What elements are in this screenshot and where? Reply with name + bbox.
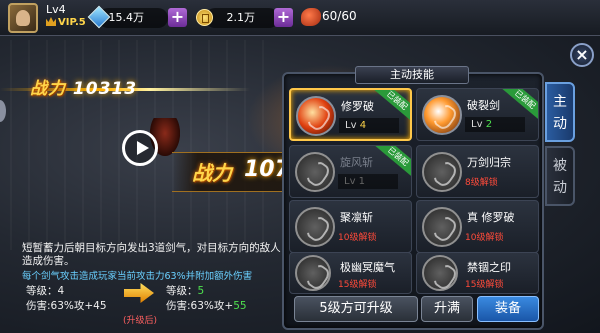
current-level-label: 等级： — [26, 285, 58, 297]
next-damage-row: 伤害:63%攻+55 — [166, 299, 247, 314]
skill-name: 修罗破 — [341, 100, 374, 113]
skill-name: 禁锢之印 — [467, 261, 511, 274]
skill-icon — [422, 255, 458, 291]
diamond-value: 15.4万 — [108, 11, 145, 24]
skill-level: Lv 1 — [338, 174, 398, 189]
skill-description: 短暂蓄力后朝目标方向发出3道剑气，对目标方向的敌人造成伤害。 — [22, 242, 281, 267]
upgrade-hint-button[interactable]: 5级方可升级 — [294, 296, 418, 322]
equipped-badge: 已装配 — [374, 146, 411, 178]
skill-icon — [422, 207, 462, 247]
power-before-value: 10313 — [72, 79, 138, 99]
next-stats: 等级：5 伤害:63%攻+55 — [166, 284, 247, 314]
next-damage-label: 伤害: — [166, 300, 191, 312]
player-level: Lv4 — [46, 3, 66, 16]
power-before: 战力 10313 — [30, 74, 137, 99]
skill-icon — [296, 96, 336, 136]
panel-title: 主动技能 — [355, 66, 469, 84]
skill-card-xuanfeng[interactable]: 旋风斩 Lv 1 已装配 — [289, 145, 412, 198]
add-diamond-button[interactable]: + — [168, 8, 187, 27]
stamina-meat-icon — [301, 8, 321, 26]
tab-active-skills[interactable]: 主动 — [545, 82, 575, 142]
current-damage-label: 伤害: — [26, 300, 51, 312]
unlock-level: 10级解锁 — [338, 233, 377, 243]
next-damage: 63%攻+ — [190, 300, 234, 312]
next-level-label: 等级： — [166, 285, 198, 297]
current-level: 4 — [57, 285, 65, 297]
skill-note: 每个剑气攻击造成玩家当前攻击力63%并附加额外伤害 — [22, 271, 253, 282]
skill-name: 旋风斩 — [340, 156, 373, 169]
stamina-value: 60/60 — [322, 9, 357, 23]
crown-icon — [46, 17, 56, 26]
gold-value: 2.1万 — [226, 11, 256, 24]
vip-badge[interactable]: VIP.5 — [46, 17, 86, 28]
current-damage: 63%攻+45 — [50, 300, 107, 312]
skill-card-jingu[interactable]: 禁锢之印 15级解锁 — [416, 252, 539, 294]
skill-level: Lv 2 — [465, 117, 525, 132]
skill-name: 真 修罗破 — [467, 211, 515, 224]
skill-icon — [295, 207, 335, 247]
tab-passive-skills[interactable]: 被动 — [545, 146, 575, 206]
close-icon[interactable]: × — [570, 43, 594, 67]
equip-button[interactable]: 装备 — [477, 296, 539, 322]
skill-level-value: 4 — [359, 120, 367, 131]
avatar[interactable] — [8, 3, 38, 33]
next-level: 5 — [197, 285, 205, 297]
unlock-level: 10级解锁 — [465, 233, 504, 243]
current-damage-row: 伤害:63%攻+45 — [26, 299, 107, 314]
skill-level-prefix: Lv — [345, 120, 357, 131]
gold-coin-icon — [196, 9, 213, 26]
skill-icon — [295, 152, 335, 192]
skill-card-jiyou[interactable]: 极幽冥魔气 15级解锁 — [289, 252, 412, 294]
after-upgrade-label: (升级后) — [123, 316, 158, 326]
skill-card-xiuluopo[interactable]: 修罗破 Lv 4 已装配 — [289, 88, 412, 141]
skill-card-polie[interactable]: 破裂剑 Lv 2 已装配 — [416, 88, 539, 141]
top-bar: Lv4 VIP.5 15.4万 + 2.1万 + 60/60 — [0, 0, 600, 36]
skill-icon — [295, 255, 331, 291]
skill-name: 破裂剑 — [467, 99, 500, 112]
add-gold-button[interactable]: + — [274, 8, 293, 27]
plus-icon: + — [276, 7, 291, 26]
vip-label: VIP.5 — [58, 17, 86, 28]
current-level-row: 等级：4 — [26, 284, 107, 299]
equipped-badge: 已装配 — [501, 89, 538, 121]
unlock-level: 15级解锁 — [465, 280, 504, 290]
skill-card-zhen-xiuluopo[interactable]: 真 修罗破 10级解锁 — [416, 200, 539, 253]
skill-level: Lv 4 — [339, 118, 399, 133]
power-after-label: 战力 — [192, 161, 232, 185]
max-upgrade-button[interactable]: 升满 — [421, 296, 473, 322]
skill-name: 聚凛斩 — [340, 211, 373, 224]
skill-level-value: 2 — [485, 119, 493, 130]
skill-level-prefix: Lv — [471, 119, 483, 130]
skill-name: 极幽冥魔气 — [340, 261, 395, 274]
unlock-level: 8级解锁 — [465, 178, 498, 188]
play-icon[interactable] — [122, 130, 158, 166]
skill-icon — [422, 95, 462, 135]
skill-icon — [422, 152, 462, 192]
skill-card-julin[interactable]: 聚凛斩 10级解锁 — [289, 200, 412, 253]
gold-counter: 2.1万 — [205, 8, 279, 28]
current-stats: 等级：4 伤害:63%攻+45 — [26, 284, 107, 314]
skill-card-wanjian[interactable]: 万剑归宗 8级解锁 — [416, 145, 539, 198]
plus-icon: + — [170, 7, 185, 26]
next-damage-bonus: 55 — [233, 300, 247, 312]
next-level-row: 等级：5 — [166, 284, 247, 299]
unlock-level: 15级解锁 — [338, 280, 377, 290]
equipped-badge: 已装配 — [373, 90, 410, 122]
power-before-label: 战力 — [30, 79, 66, 99]
skill-name: 万剑归宗 — [467, 156, 511, 169]
